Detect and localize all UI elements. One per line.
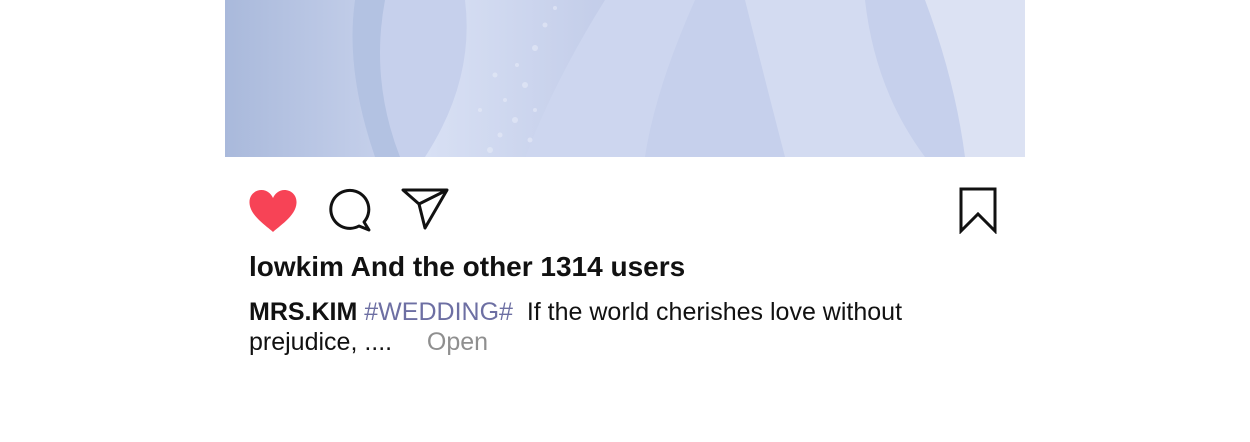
heart-icon[interactable]	[248, 189, 298, 233]
send-icon[interactable]	[401, 187, 449, 231]
comment-icon[interactable]	[326, 188, 372, 234]
open-caption-link[interactable]: Open	[427, 328, 488, 356]
caption-author[interactable]: MRS.KIM	[249, 298, 357, 326]
bookmark-icon[interactable]	[958, 187, 998, 234]
wedding-dress-image	[225, 0, 1025, 157]
caption-hashtag[interactable]: #WEDDING#	[364, 298, 513, 326]
instagram-post: lowkim And the other 1314 users MRS.KIM …	[0, 0, 1250, 442]
post-caption: MRS.KIM #WEDDING# If the world cherishes…	[249, 297, 949, 357]
post-photo[interactable]	[225, 0, 1025, 157]
likes-count[interactable]: lowkim And the other 1314 users	[249, 251, 685, 283]
